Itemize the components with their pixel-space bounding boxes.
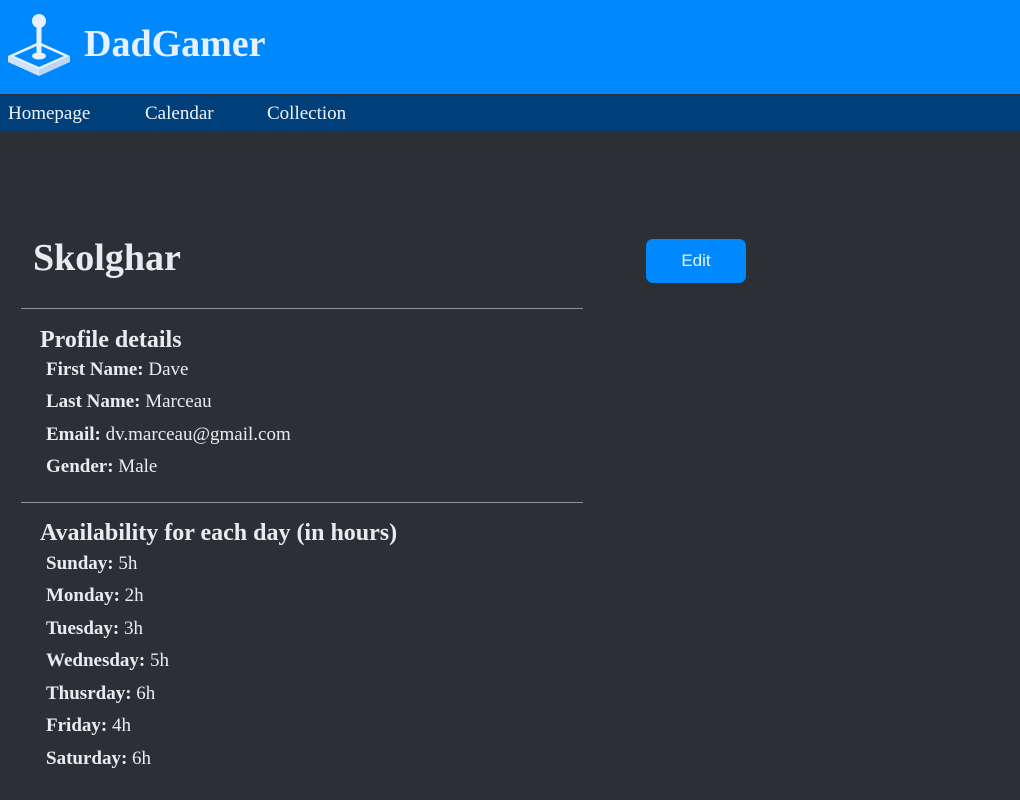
hours-value: 6h [132,748,152,769]
availability-row-sunday: Sunday: 5h [46,553,137,575]
detail-label: First Name: [46,359,144,380]
hours-value: 6h [136,683,156,704]
detail-row-email: Email: dv.marceau@gmail.com [46,424,291,446]
day-label: Wednesday: [46,650,146,671]
hours-value: 4h [111,715,131,736]
hours-value: 2h [124,585,144,606]
divider [21,308,583,309]
day-label: Tuesday: [46,618,120,639]
detail-value: Male [118,456,158,477]
availability-row-friday: Friday: 4h [46,715,131,737]
detail-label: Email: [46,424,101,445]
brand-title[interactable]: DadGamer [84,22,266,66]
availability-row-saturday: Saturday: 6h [46,748,151,770]
main-nav: Homepage Calendar Collection [0,95,1020,133]
profile-details-title: Profile details [40,327,182,353]
detail-row-first-name: First Name: Dave [46,359,188,381]
day-label: Friday: [46,715,108,736]
nav-item-collection[interactable]: Collection [267,103,346,125]
availability-row-thursday: Thusrday: 6h [46,683,155,705]
detail-value: Dave [148,359,189,380]
availability-row-monday: Monday: 2h [46,585,144,607]
detail-label: Gender: [46,456,114,477]
detail-row-last-name: Last Name: Marceau [46,391,212,413]
detail-value: Marceau [145,391,212,412]
detail-label: Last Name: [46,391,141,412]
hours-value: 3h [123,618,143,639]
profile-username: Skolghar [33,237,181,279]
hours-value: 5h [150,650,169,671]
day-label: Monday: [46,585,120,606]
hours-value: 5h [118,553,138,574]
day-label: Saturday: [46,748,128,769]
nav-item-calendar[interactable]: Calendar [145,103,214,125]
joystick-icon[interactable] [6,12,72,76]
edit-button[interactable]: Edit [646,239,746,283]
nav-item-homepage[interactable]: Homepage [8,103,90,125]
divider [21,502,583,503]
availability-row-tuesday: Tuesday: 3h [46,618,143,640]
day-label: Sunday: [46,553,114,574]
availability-title: Availability for each day (in hours) [40,520,398,546]
site-header: DadGamer [0,0,1020,94]
detail-value: dv.marceau@gmail.com [105,424,291,445]
day-label: Thusrday: [46,683,132,704]
availability-row-wednesday: Wednesday: 5h [46,650,169,672]
detail-row-gender: Gender: Male [46,456,157,478]
